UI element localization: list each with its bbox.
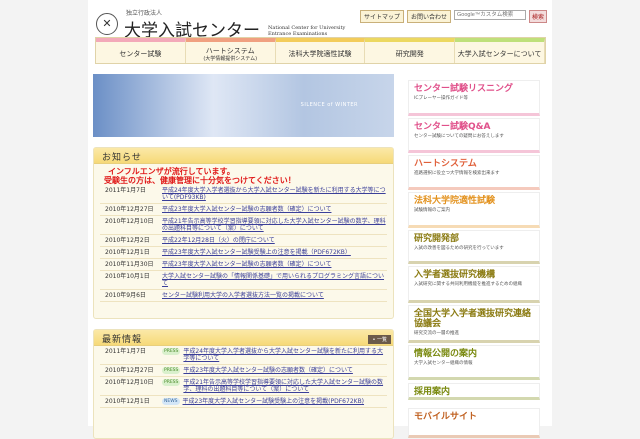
sitemap-link[interactable]: サイトマップ	[360, 10, 405, 23]
view-all-button[interactable]: • 一覧	[368, 335, 391, 344]
latest-date: 2010年12月10日	[105, 379, 154, 386]
side-banner-title: 全国大学入学者選抜研究連絡協議会	[414, 309, 532, 329]
tag-badge: PRESS	[162, 348, 181, 355]
notice-link[interactable]: センター試験利用大学の入学者選抜方法一覧の掲載について	[162, 292, 324, 299]
side-banner-title: センター試験Q&A	[414, 122, 491, 132]
alert-line: 受験生の方は、健康管理に十分気をつけてください！	[104, 176, 296, 185]
notice-link[interactable]: 平成21年告示高等学校学習指導要領に対応した大学入試センター試験の数学、理科の出…	[162, 218, 387, 232]
side-banner[interactable]: 研究開発部入試の改善を図るための研究を行っています	[408, 230, 540, 264]
main-nav: センター試験 ハートシステム (大学情報提供システム) 法科大学院適性試験 研究開発 大学…	[95, 37, 546, 64]
side-banner-title: 入学者選抜研究機構	[414, 270, 496, 280]
notice-link[interactable]: 平成24年度大学入学者選抜から大学入試センター試験を新たに利用する大学等について…	[162, 187, 387, 201]
latest-row: 2010年12月10日 PRESS 平成21年告示高等学校学習指導要領に対応した大学…	[100, 377, 387, 396]
nav-label: センター試験	[119, 50, 162, 58]
side-banner-title: 研究開発部	[414, 234, 460, 244]
side-banner[interactable]: 法科大学院適性試験試験情報のご案内	[408, 192, 540, 228]
tag-badge: NEWS	[162, 398, 180, 405]
notice-date: 2010年12月10日	[105, 218, 154, 225]
side-banner[interactable]: 情報公開の案内大学入試センター組織の情報	[408, 345, 540, 380]
notice-link[interactable]: 平成23年度大学入試センター試験の志願者数（確定）について	[162, 206, 331, 213]
side-banner-title: ハートシステム	[414, 159, 477, 169]
notice-row: 2010年9月6日 センター試験利用大学の入学者選抜方法一覧の掲載について	[100, 290, 387, 302]
tag-badge: PRESS	[162, 379, 181, 386]
nav-item[interactable]: 大学入試センターについて	[455, 38, 545, 63]
latest-row: 2010年12月27日 PRESS 平成23年度大学入試センター試験の志願者数（確定…	[100, 365, 387, 377]
notice-date: 2010年12月2日	[105, 237, 150, 244]
side-banner-title: 法科大学院適性試験	[414, 196, 496, 206]
side-banner-desc: 入試研究に関する共同利用機能を推進するための組織	[414, 282, 522, 287]
notice-row: 2010年12月10日 平成21年告示高等学校学習指導要領に対応した大学入試センタ…	[100, 216, 387, 235]
side-banner[interactable]: センター試験Q&A センター試験についての疑問にお答えします	[408, 118, 540, 153]
side-banner-desc: 研究交流の一層の推進	[414, 331, 459, 336]
side-banner-desc: 大学入試センター組織の情報	[414, 361, 473, 366]
side-banner-desc: 試験情報のご案内	[414, 208, 450, 213]
side-banner-title: モバイルサイト	[414, 412, 478, 422]
latest-date: 2011年1月7日	[105, 348, 146, 355]
latest-date: 2010年12月1日	[105, 398, 150, 405]
latest-link[interactable]: 平成23年度大学入試センター試験の志願者数（確定）について	[183, 367, 352, 374]
nav-item[interactable]: センター試験	[96, 38, 186, 63]
latest-panel: 最新情報 • 一覧 2011年1月7日 PRESS 平成24年度大学入学者選抜から大…	[93, 329, 394, 439]
notice-link[interactable]: 平成23年度大学入試センター試験の志願者数（確定）について	[162, 261, 331, 268]
notice-date: 2010年9月6日	[105, 292, 146, 299]
org-type: 独立行政法人	[126, 10, 163, 17]
side-banner-desc: 進路選択に役立つ大学情報を検索出来ます	[414, 171, 500, 176]
side-banner[interactable]: モバイルサイト	[408, 408, 540, 438]
tag-badge: PRESS	[162, 367, 181, 374]
latest-link[interactable]: 平成23年度大学入試センター試験受験上の注意を掲載(PDF672KB)	[183, 398, 365, 405]
nav-item[interactable]: 研究開発	[365, 38, 456, 63]
notice-row: 2010年12月1日 平成23年度大学入試センター試験受験上の注意を掲載（PDF6…	[100, 247, 387, 259]
nav-label: ハートシステム	[205, 47, 255, 55]
notice-row: 2010年12月27日 平成23年度大学入試センター試験の志願者数（確定）について	[100, 204, 387, 216]
nav-item[interactable]: 法科大学院適性試験	[275, 38, 366, 63]
side-banner-desc: センター試験についての疑問にお答えします	[414, 134, 504, 139]
side-banner-title: センター試験リスニング	[414, 84, 514, 94]
notice-date: 2010年12月1日	[105, 249, 150, 256]
contact-link[interactable]: お問い合わせ	[407, 10, 452, 23]
banner-image: SILENCE of WINTER	[93, 74, 394, 137]
side-banner[interactable]: 入学者選抜研究機構入試研究に関する共同利用機能を推進するための組織	[408, 266, 540, 303]
latest-title: 最新情報	[94, 330, 393, 346]
side-banner[interactable]: センター試験リスニング ICプレーヤー操作ガイド等	[408, 80, 540, 116]
nav-label: 大学入試センターについて	[457, 50, 542, 58]
side-banner-title: 採用案内	[414, 387, 451, 397]
notices-panel: お知らせ インフルエンザが流行しています。 受験生の方は、健康管理に十分気をつけ…	[93, 147, 394, 319]
nav-item[interactable]: ハートシステム (大学情報提供システム)	[185, 38, 276, 63]
notice-row: 2010年11月30日 平成23年度大学入試センター試験の志願者数（確定）について	[100, 259, 387, 271]
notice-row: 2010年12月2日 平成22年12月28日（火）の閉庁について	[100, 235, 387, 247]
alert-line: インフルエンザが流行しています。	[108, 167, 235, 176]
side-banner-desc: ICプレーヤー操作ガイド等	[414, 96, 468, 101]
notice-row: 2010年10月1日 大学入試センター試験の「情報関係基礎」で用いられるプログラミ…	[100, 271, 387, 290]
search-button[interactable]: 検索	[529, 10, 548, 23]
notice-row: 2011年1月7日 平成24年度大学入学者選抜から大学入試センター試験を新たに利用…	[100, 185, 387, 204]
latest-date: 2010年12月27日	[105, 367, 154, 374]
seal-icon: ✕	[96, 12, 118, 35]
nav-sublabel: (大学情報提供システム)	[203, 56, 258, 62]
latest-link[interactable]: 平成24年度大学入学者選抜から大学入試センター試験を新たに利用する大学等について	[183, 348, 387, 362]
notice-date: 2010年12月27日	[105, 206, 154, 213]
org-name-en: National Center for University Entrance …	[268, 24, 346, 37]
notice-link[interactable]: 大学入試センター試験の「情報関係基礎」で用いられるプログラミング言語について	[162, 273, 387, 287]
site-logo[interactable]: ✕ 独立行政法人 大学入試センター National Center for Un…	[96, 6, 358, 41]
latest-link[interactable]: 平成21年告示高等学校学習指導要領に対応した大学入試センター試験の数学、理科の出…	[183, 379, 387, 393]
side-banner-desc: 入試の改善を図るための研究を行っています	[414, 246, 504, 251]
notice-date: 2011年1月7日	[105, 187, 146, 194]
notice-date: 2010年11月30日	[105, 261, 154, 268]
nav-label: 法科大学院適性試験	[288, 50, 352, 58]
notice-date: 2010年10月1日	[105, 273, 150, 280]
latest-row: 2011年1月7日 PRESS 平成24年度大学入学者選抜から大学入試センター試験を…	[100, 346, 387, 365]
notice-link[interactable]: 平成22年12月28日（火）の閉庁について	[162, 237, 275, 244]
search-input[interactable]	[454, 10, 527, 20]
notices-title: お知らせ	[94, 148, 393, 164]
side-banner[interactable]: 採用案内	[408, 383, 540, 400]
side-banner[interactable]: 全国大学入学者選抜研究連絡協議会研究交流の一層の推進	[408, 305, 540, 343]
nav-label: 研究開発	[395, 50, 424, 58]
latest-row: 2010年12月1日 NEWS 平成23年度大学入試センター試験受験上の注意を掲載(…	[100, 396, 387, 408]
banner-caption: SILENCE of WINTER	[300, 102, 358, 108]
notice-link[interactable]: 平成23年度大学入試センター試験受験上の注意を掲載（PDF672KB）	[162, 249, 351, 256]
side-banner[interactable]: ハートシステム進路選択に役立つ大学情報を検索出来ます	[408, 155, 540, 190]
side-banner-title: 情報公開の案内	[414, 349, 478, 359]
